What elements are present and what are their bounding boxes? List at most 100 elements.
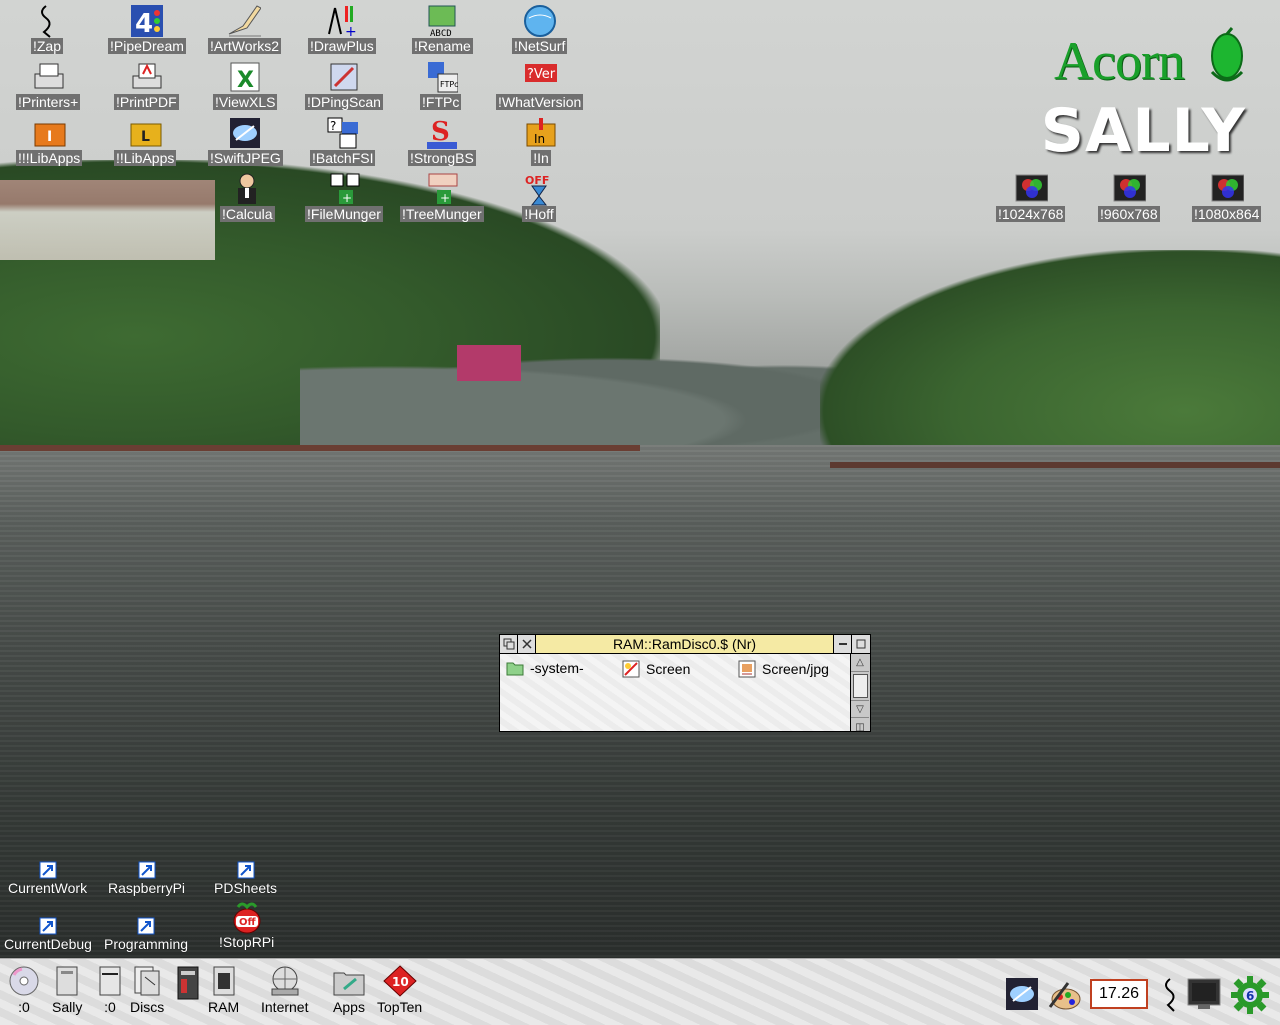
svg-text:OFF: OFF (525, 174, 549, 187)
backdrop-boats-right (830, 450, 1280, 480)
app-icon-ftpc[interactable]: FTPc !FTPc (420, 60, 462, 110)
strongbs-icon: S (425, 116, 459, 150)
shortcut-raspberrypi[interactable]: RaspberryPi (106, 860, 187, 896)
display-icon (1187, 978, 1221, 1009)
shortcut-currentdebug[interactable]: CurrentDebug (2, 916, 94, 952)
app-icon-batchfsi[interactable]: ? !BatchFSI (310, 116, 376, 166)
iconbar-zap[interactable] (1156, 977, 1180, 1013)
app-icon-stoprpi[interactable]: Off !StopRPi (217, 900, 276, 950)
toggle-size-button[interactable] (852, 635, 870, 653)
iconbar-swiftjpeg[interactable] (1005, 977, 1039, 1011)
pipedream-icon: 4 (130, 4, 164, 38)
svg-text:L: L (141, 129, 150, 145)
svg-text:?: ? (330, 119, 336, 133)
svg-text:?Ver: ?Ver (527, 67, 556, 82)
filer-item-screen[interactable]: Screen (622, 660, 690, 678)
printers-icon (31, 60, 65, 94)
shortcut-pdsheets[interactable]: PDSheets (212, 860, 279, 896)
scroll-down-arrow[interactable]: ▽ (851, 700, 869, 718)
hoff-icon: OFF (522, 172, 556, 206)
filer-item-system[interactable]: -system- (506, 660, 584, 676)
monitor-icon (1210, 172, 1244, 206)
app-icon-hoff[interactable]: OFF !Hoff (522, 172, 556, 222)
shortcut-arrow-icon (31, 860, 65, 880)
shortcut-programming[interactable]: Programming (102, 916, 190, 952)
iconbar-display[interactable] (1186, 977, 1222, 1011)
shortcut-arrow-icon (130, 860, 164, 880)
filer-titlebar[interactable]: RAM::RamDisc0.$ (Nr) (500, 635, 870, 654)
app-icon-calcula[interactable]: !Calcula (220, 172, 275, 222)
iconbar-paint[interactable] (1046, 977, 1082, 1011)
shortcut-arrow-icon (129, 916, 163, 936)
backdrop-billboard (457, 345, 521, 381)
filer-item-screen-jpg[interactable]: Screen/jpg (738, 660, 829, 678)
resize-handle[interactable]: ◫ (851, 718, 869, 736)
iconbar-topten[interactable]: 10 TopTen (377, 965, 422, 1015)
app-icon-whatversion[interactable]: ?Ver !WhatVersion (496, 60, 584, 110)
app-icon-in[interactable]: In !In (524, 116, 558, 166)
svg-text:+: + (345, 24, 357, 38)
backdrop-building (0, 180, 215, 260)
iconbar-internet[interactable]: Internet (261, 965, 308, 1015)
scroll-thumb[interactable] (853, 674, 868, 698)
iconbar-task-manager[interactable]: 6 (1230, 975, 1270, 1015)
backdrop-boats-left (0, 430, 640, 460)
filer-window[interactable]: RAM::RamDisc0.$ (Nr) -system- Screen Scr… (499, 634, 871, 733)
shortcut-currentwork[interactable]: CurrentWork (6, 860, 89, 896)
app-icon-printers[interactable]: !Printers+ (16, 60, 81, 110)
iconise-button[interactable] (834, 635, 852, 653)
shortcut-arrow-icon (31, 916, 65, 936)
app-icon-libapps-3[interactable]: I !!!LibApps (16, 116, 83, 166)
app-icon-zap[interactable]: !Zap (30, 4, 64, 54)
svg-text:FTPc: FTPc (440, 80, 458, 89)
app-icon-treemunger[interactable]: + !TreeMunger (400, 172, 484, 222)
close-button[interactable] (518, 635, 536, 653)
app-icon-drawplus[interactable]: + !DrawPlus (308, 4, 376, 54)
app-icon-viewxls[interactable]: X !ViewXLS (213, 60, 278, 110)
screen-mode-960x768[interactable]: !960x768 (1098, 172, 1160, 222)
app-icon-rename[interactable]: ABCD !Rename (412, 4, 473, 54)
app-icon-dpingscan[interactable]: !DPingScan (305, 60, 383, 110)
iconbar-hard-disc[interactable]: Sally (52, 965, 82, 1015)
libapps-icon: I (32, 116, 66, 150)
app-icon-strongbs[interactable]: S !StrongBS (408, 116, 476, 166)
clock[interactable]: 17.26 (1090, 979, 1148, 1009)
hard-disc-icon (56, 966, 78, 996)
svg-text:I: I (47, 129, 52, 145)
screen-mode-1080x864[interactable]: !1080x864 (1192, 172, 1262, 222)
swiftjpeg-icon (1006, 978, 1038, 1010)
app-icon-artworks[interactable]: !ArtWorks2 (208, 4, 281, 54)
iconbar-cd-drive[interactable]: :0 (8, 965, 40, 1015)
internet-icon (271, 966, 299, 996)
svg-text:4: 4 (135, 9, 153, 38)
monitor-icon (1112, 172, 1146, 206)
swiftjpeg-icon (228, 116, 262, 150)
window-title: RAM::RamDisc0.$ (Nr) (536, 635, 834, 653)
app-icon-filemunger[interactable]: + !FileMunger (305, 172, 383, 222)
ram-disc-icon (213, 966, 235, 996)
iconbar-memory[interactable] (176, 965, 200, 1001)
acorn-logo-text: Acorn (1054, 31, 1185, 91)
back-button[interactable] (500, 635, 518, 653)
filer-content[interactable]: -system- Screen Screen/jpg (500, 654, 851, 731)
calcula-icon (230, 172, 264, 206)
iconbar-ram-disc[interactable]: RAM (208, 965, 239, 1015)
scroll-up-arrow[interactable]: △ (851, 654, 869, 672)
app-icon-libapps-2[interactable]: L !!LibApps (114, 116, 177, 166)
iconbar-discs[interactable]: Discs (130, 965, 164, 1015)
screen-mode-1024x768[interactable]: !1024x768 (996, 172, 1066, 222)
filemunger-icon: + (327, 172, 361, 206)
app-icon-pipedream[interactable]: 4 !PipeDream (108, 4, 186, 54)
app-icon-printpdf[interactable]: !PrintPDF (114, 60, 179, 110)
vertical-scrollbar[interactable]: △ ▽ ◫ (850, 654, 870, 733)
viewxls-icon: X (228, 60, 262, 94)
task-manager-icon: 6 (1231, 976, 1269, 1014)
drawplus-icon: + (325, 4, 359, 38)
icon-bar: :0 Sally :0 Discs RAM Internet Apps 10 T… (0, 958, 1280, 1025)
netsurf-icon (523, 4, 557, 38)
app-icon-swiftjpeg[interactable]: !SwiftJPEG (208, 116, 283, 166)
iconbar-floppy[interactable]: :0 (96, 965, 124, 1015)
iconbar-apps[interactable]: Apps (332, 965, 366, 1015)
app-icon-netsurf[interactable]: !NetSurf (512, 4, 568, 54)
raspberry-off-icon: Off (230, 900, 264, 934)
